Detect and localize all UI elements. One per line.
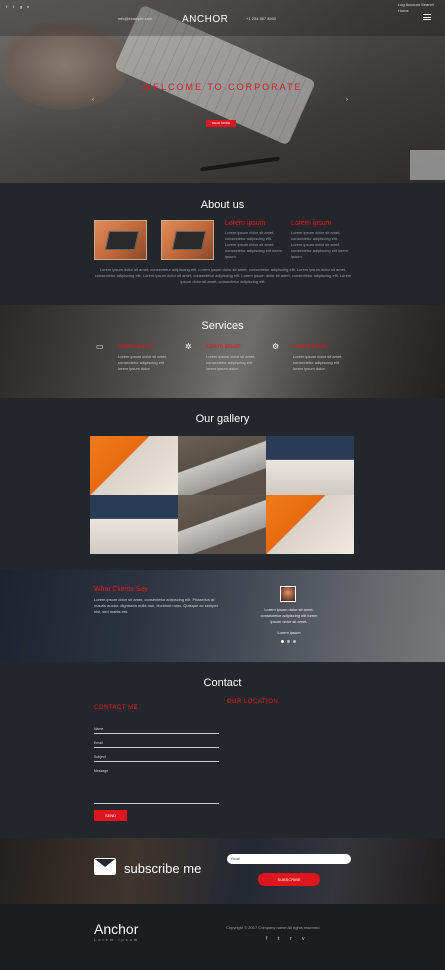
laptop-icon: ▭ <box>96 342 104 351</box>
hero-pen-image <box>200 156 280 172</box>
hamburger-menu-icon[interactable] <box>423 14 431 20</box>
email-label: Email <box>94 741 103 745</box>
slider-dot-3[interactable] <box>293 640 296 643</box>
about-col2-heading: Lorem ipsum <box>291 220 332 227</box>
about-paragraph: Lorem ipsum dolor sit amet, consectetur … <box>94 267 352 284</box>
hero-paper-image <box>410 150 445 180</box>
header-top-links[interactable]: Log Account Search Home <box>398 2 445 14</box>
testimonials-text: Lorem ipsum dolor sit amet, consectetur … <box>94 597 219 614</box>
vimeo-icon[interactable]: v <box>302 936 305 942</box>
testimonials-title: What Clients Say <box>94 586 148 593</box>
client-avatar <box>280 586 296 602</box>
contact-title: Contact <box>203 677 242 689</box>
services-title: Services <box>201 320 244 332</box>
about-image-2 <box>161 220 214 260</box>
name-field[interactable] <box>94 733 219 734</box>
service3-heading: Lorem ipsum <box>293 344 328 350</box>
read-more-button[interactable]: READ MORE <box>206 120 236 127</box>
services-section <box>0 305 445 398</box>
slider-dot-1[interactable] <box>281 640 284 643</box>
hero-title: WELCOME TO CORPORATE <box>142 82 303 92</box>
contact-me-heading: CONTACT ME <box>94 705 139 711</box>
gallery-title: Our gallery <box>195 413 250 425</box>
facebook-icon[interactable]: f <box>266 936 267 942</box>
footer-brand[interactable]: Anchor <box>94 921 138 937</box>
message-field[interactable] <box>94 803 219 804</box>
google-plus-icon[interactable]: g <box>20 4 22 9</box>
gallery-image-5[interactable] <box>178 495 266 554</box>
testimonials-section <box>0 570 445 662</box>
twitter-icon[interactable]: t <box>13 4 14 9</box>
header-email[interactable]: info@example.com <box>118 16 152 22</box>
prev-slide-arrow[interactable]: ‹ <box>92 97 94 103</box>
subscribe-text: subscribe me <box>124 861 202 876</box>
gallery-image-1[interactable] <box>90 436 178 495</box>
footer-tagline: Lorem ipsum <box>94 937 140 942</box>
header-phone[interactable]: +1 234 567 8900 <box>246 16 276 22</box>
cogs-icon: ⚙ <box>272 342 280 351</box>
subscribe-email-input[interactable]: Email <box>227 854 351 864</box>
mail-icon <box>94 858 116 875</box>
our-location-heading: OUR LOCATION <box>227 699 279 705</box>
brand-logo[interactable]: ANCHOR <box>182 14 228 25</box>
footer <box>0 904 445 970</box>
slider-dot-2[interactable] <box>287 640 290 643</box>
about-col1-heading: Lorem ipsum <box>225 220 266 227</box>
message-label: Message <box>94 769 109 773</box>
send-button[interactable]: SEND <box>94 810 127 821</box>
footer-copyright: Copyright © 2017 Company name All rights… <box>226 925 320 930</box>
rss-icon[interactable]: r <box>290 936 292 942</box>
email-field[interactable] <box>94 747 219 748</box>
gallery-image-3[interactable] <box>266 436 354 495</box>
about-title: About us <box>200 199 245 211</box>
gallery-image-6[interactable] <box>266 495 354 554</box>
twitter-icon[interactable]: t <box>278 936 279 942</box>
gallery-image-4[interactable] <box>90 495 178 554</box>
subject-label: Subject <box>94 755 106 759</box>
service2-text: Lorem ipsum dolor sit amet, consectetur … <box>206 354 256 371</box>
subscribe-button[interactable]: SUBSCRIBE <box>258 873 320 886</box>
subscribe-section <box>0 838 445 904</box>
subject-field[interactable] <box>94 761 219 762</box>
service1-text: Lorem ipsum dolor sit amet, consectetur … <box>118 354 168 371</box>
service2-heading: Lorem ipsum <box>206 344 241 350</box>
service3-text: Lorem ipsum dolor sit amet, consectetur … <box>293 354 343 371</box>
client-name: Lorem ipsum <box>277 630 301 635</box>
gallery-image-2[interactable] <box>178 436 266 495</box>
about-col1-text: Lorem ipsum dolor sit amet, consectetur … <box>225 230 282 259</box>
client-quote: Lorem ipsum dolor sit amet, consectetur … <box>260 607 318 624</box>
name-label: Name <box>94 727 104 731</box>
about-image-1 <box>94 220 147 260</box>
facebook-icon[interactable]: f <box>6 4 7 9</box>
next-slide-arrow[interactable]: › <box>346 97 348 103</box>
gear-icon: ✲ <box>185 342 192 351</box>
vimeo-icon[interactable]: v <box>27 4 29 9</box>
about-col2-text: Lorem ipsum dolor sit amet, consectetur … <box>291 230 348 259</box>
service1-heading: Lorem ipsum <box>118 344 153 350</box>
